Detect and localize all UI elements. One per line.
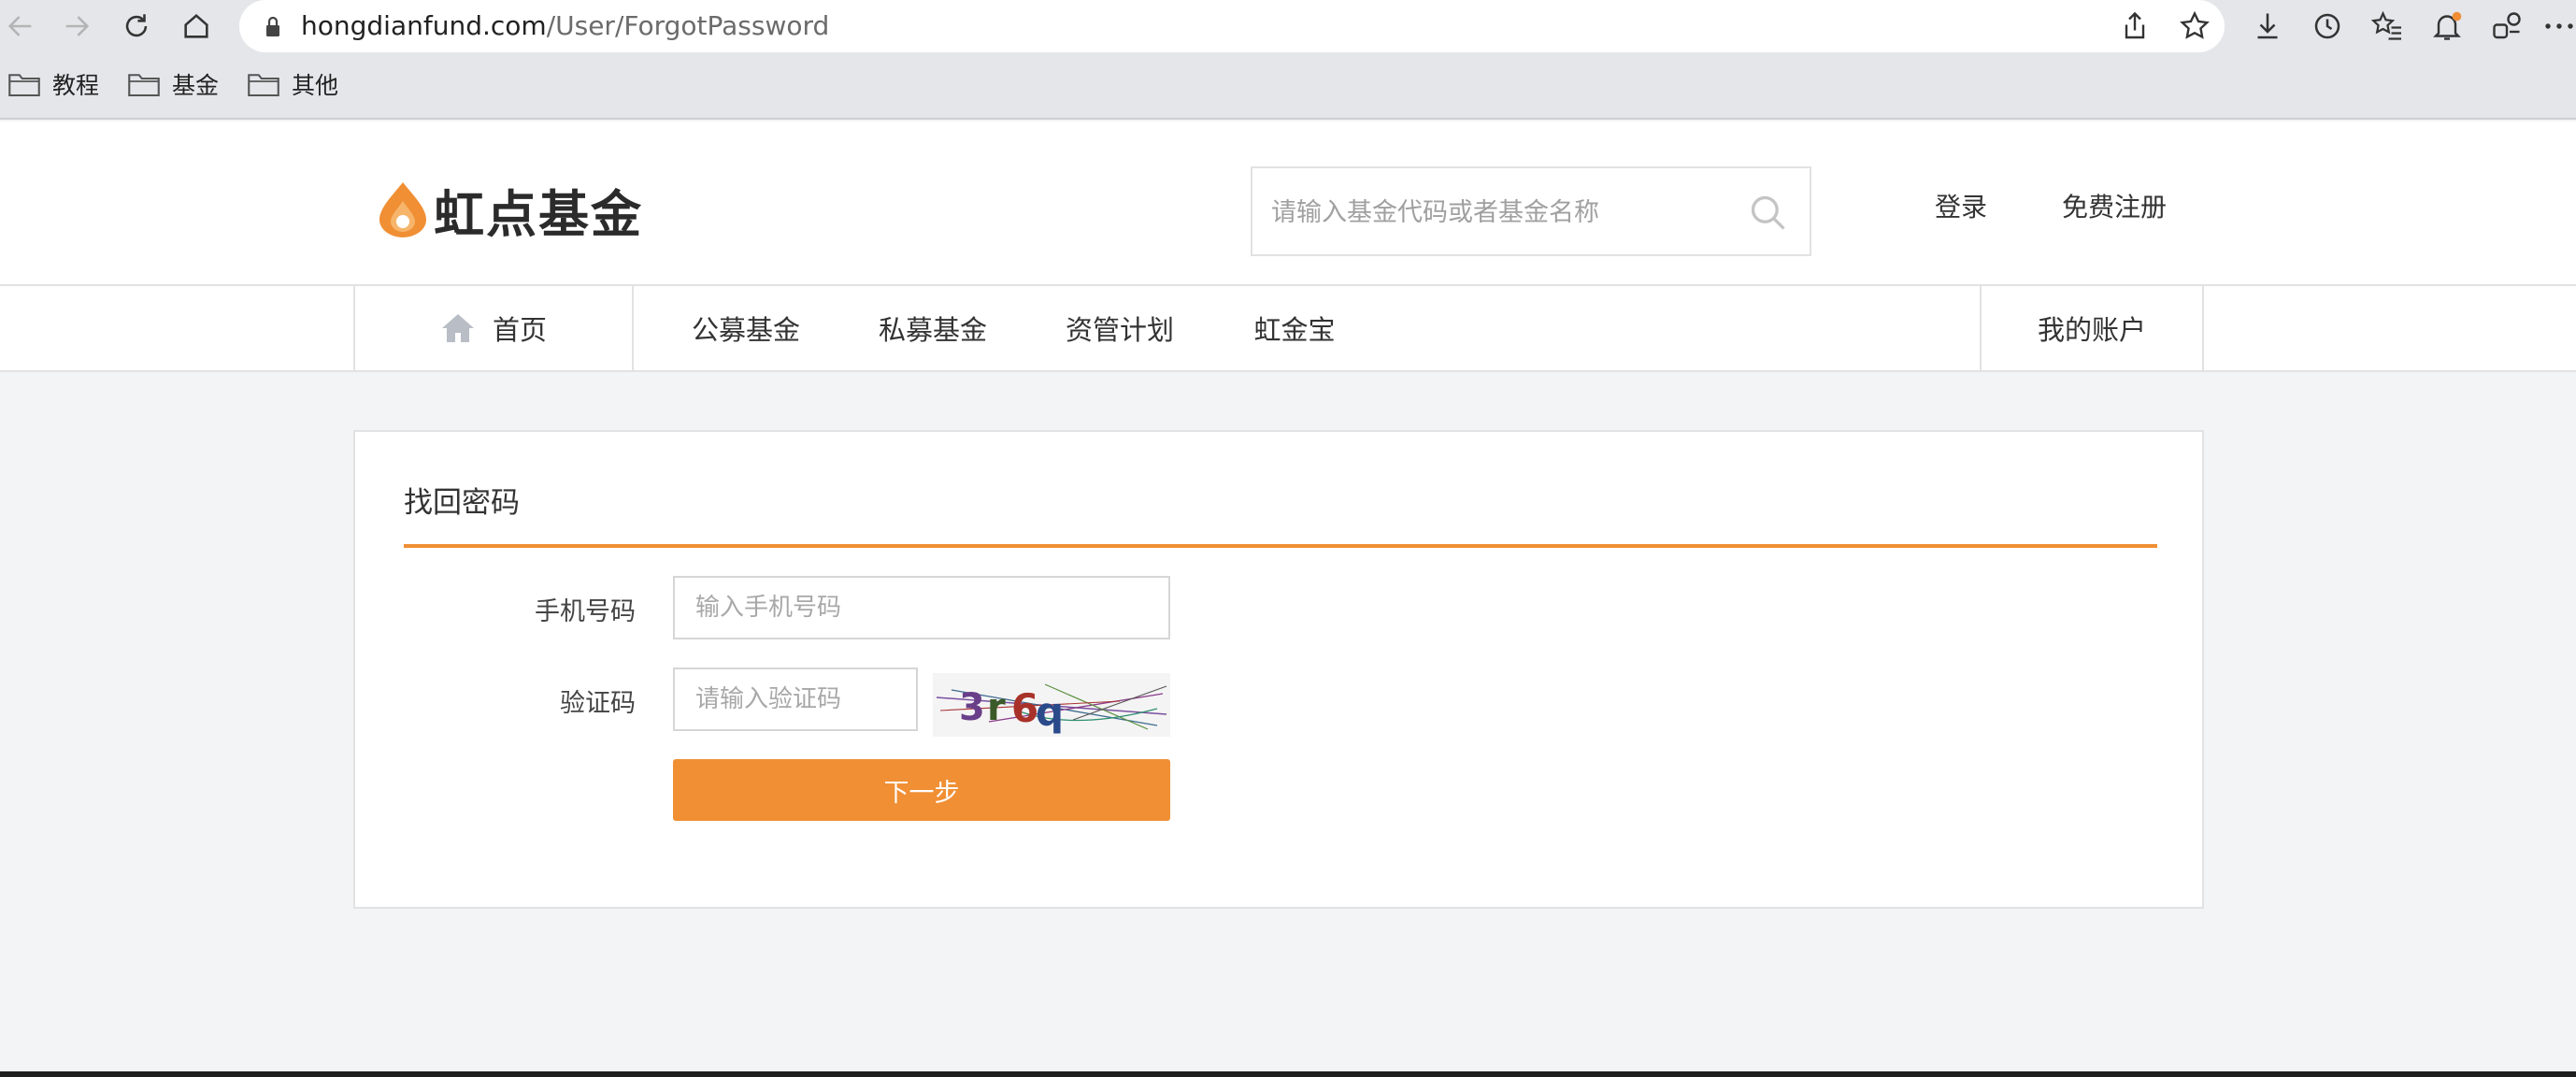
extensions-icon: [2493, 12, 2521, 39]
window-bottom-edge: [0, 1071, 2576, 1077]
next-step-button[interactable]: 下一步: [673, 759, 1170, 821]
bookmark-folder-fund[interactable]: 基金: [127, 67, 219, 101]
bell-icon: [2433, 11, 2462, 40]
search-icon[interactable]: [1748, 193, 1789, 234]
nav-divider: [2202, 286, 2204, 370]
svg-text:r: r: [987, 686, 1006, 729]
bookmark-folder-tutorial[interactable]: 教程: [7, 67, 99, 101]
arrow-right-icon: [65, 16, 90, 36]
star-icon[interactable]: [2178, 9, 2211, 43]
site-header: 虹点基金 登录 免费注册: [0, 122, 2576, 286]
nav-divider: [632, 286, 634, 370]
nav-asset-plans[interactable]: 资管计划: [1047, 286, 1193, 370]
browser-toolbar: hongdianfund.com/User/ForgotPassword 教程 …: [0, 0, 2576, 120]
bookmark-label: 教程: [52, 72, 100, 99]
download-icon: [2257, 13, 2278, 39]
main-nav: 首页 公募基金 私募基金 资管计划 虹金宝 我的账户: [0, 286, 2576, 372]
bookmark-folder-other[interactable]: 其他: [247, 67, 338, 101]
url-path: /User/ForgotPassword: [546, 10, 830, 41]
svg-text:3: 3: [959, 686, 985, 729]
phone-input[interactable]: [673, 576, 1170, 639]
address-bar[interactable]: hongdianfund.com/User/ForgotPassword: [239, 0, 2225, 52]
arrow-left-icon: [7, 16, 32, 36]
nav-private-funds[interactable]: 私募基金: [860, 286, 1006, 370]
home-icon: [184, 13, 208, 38]
more-menu-button[interactable]: [2540, 7, 2576, 45]
reload-button[interactable]: [116, 6, 157, 47]
house-icon: [441, 314, 474, 342]
favorites-list-icon: [2370, 10, 2401, 40]
folder-icon: [248, 74, 279, 97]
captcha-input[interactable]: [673, 668, 918, 731]
more-dots-icon: [2545, 23, 2573, 29]
lock-icon: [266, 16, 279, 36]
login-link[interactable]: 登录: [1935, 187, 1987, 224]
nav-hongjinbao[interactable]: 虹金宝: [1234, 286, 1355, 370]
captcha-label: 验证码: [560, 689, 636, 718]
web-page: 虹点基金 登录 免费注册 首页 公募基金 私募基金 资管计划 虹金宝 我的账户 …: [0, 122, 2576, 1077]
phone-label: 手机号码: [535, 597, 636, 626]
history-button[interactable]: [2309, 7, 2346, 45]
share-icon[interactable]: [2118, 9, 2152, 43]
favorites-button[interactable]: [2368, 7, 2406, 45]
folder-icon: [128, 74, 160, 97]
history-icon: [2314, 13, 2340, 39]
fund-search-box: [1251, 166, 1811, 256]
url-text: hongdianfund.com/User/ForgotPassword: [301, 9, 829, 43]
flame-drop-logo-icon: [379, 182, 426, 237]
site-logo[interactable]: 虹点基金: [378, 176, 643, 244]
nav-home[interactable]: 首页: [355, 286, 632, 370]
register-link[interactable]: 免费注册: [2062, 187, 2167, 224]
svg-text:q: q: [1036, 689, 1064, 735]
forward-button[interactable]: [56, 6, 97, 47]
nav-home-label: 首页: [492, 314, 547, 346]
title-underline: [404, 544, 2157, 548]
notifications-button[interactable]: [2428, 7, 2466, 45]
fund-search-input[interactable]: [1271, 191, 1739, 234]
folder-icon: [8, 74, 40, 97]
back-button[interactable]: [0, 6, 41, 47]
downloads-button[interactable]: [2249, 7, 2286, 45]
captcha-image[interactable]: 3 r 6 q: [933, 673, 1170, 737]
bookmark-label: 其他: [292, 72, 339, 99]
nav-public-funds[interactable]: 公募基金: [673, 286, 819, 370]
logo-text: 虹点基金: [434, 184, 643, 244]
url-host: hongdianfund.com: [301, 10, 547, 41]
bookmark-label: 基金: [172, 72, 220, 99]
extensions-button[interactable]: [2488, 7, 2526, 45]
reload-icon: [125, 14, 148, 37]
forgot-password-card: 找回密码 手机号码 验证码 3 r 6 q 下一步: [353, 430, 2204, 909]
home-button[interactable]: [176, 6, 217, 47]
svg-text:6: 6: [1011, 685, 1038, 731]
card-title: 找回密码: [404, 486, 520, 520]
nav-my-account[interactable]: 我的账户: [1982, 286, 2202, 370]
